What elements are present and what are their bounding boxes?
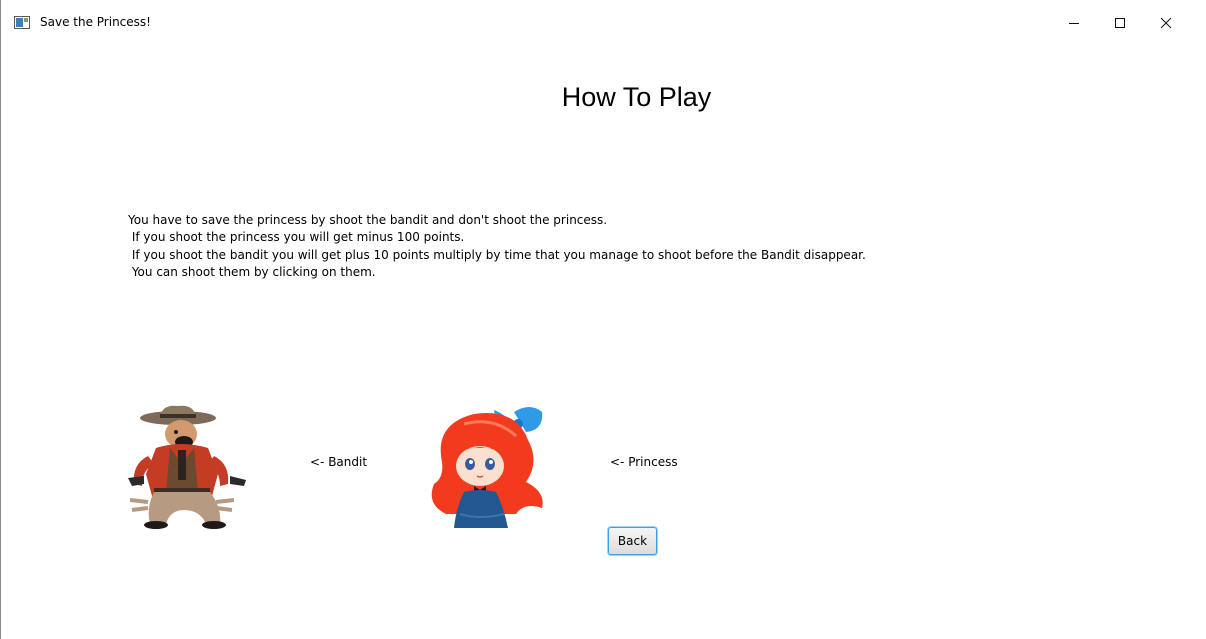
maximize-button[interactable] (1097, 8, 1143, 38)
bandit-image (128, 405, 246, 529)
close-button[interactable] (1143, 8, 1189, 38)
instruction-line: If you shoot the princess you will get m… (128, 230, 465, 245)
instruction-line: You can shoot them by clicking on them. (128, 265, 376, 280)
back-button[interactable]: Back (608, 527, 657, 555)
bandit-label: <- Bandit (310, 455, 368, 469)
minimize-icon (1069, 23, 1079, 24)
page-title: How To Play (561, 82, 712, 112)
instructions-text: You have to save the princess by shoot t… (128, 212, 866, 282)
maximize-icon (1115, 18, 1125, 28)
princess-image (431, 407, 543, 528)
instruction-line: If you shoot the bandit you will get plu… (128, 247, 866, 262)
instruction-line: You have to save the princess by shoot t… (128, 213, 608, 227)
princess-label: <- Princess (610, 455, 678, 469)
minimize-button[interactable] (1051, 8, 1097, 38)
window-title: Save the Princess! (40, 15, 151, 29)
java-app-icon (14, 16, 30, 29)
title-bar: Save the Princess! (0, 0, 1206, 40)
close-icon (1160, 17, 1172, 29)
